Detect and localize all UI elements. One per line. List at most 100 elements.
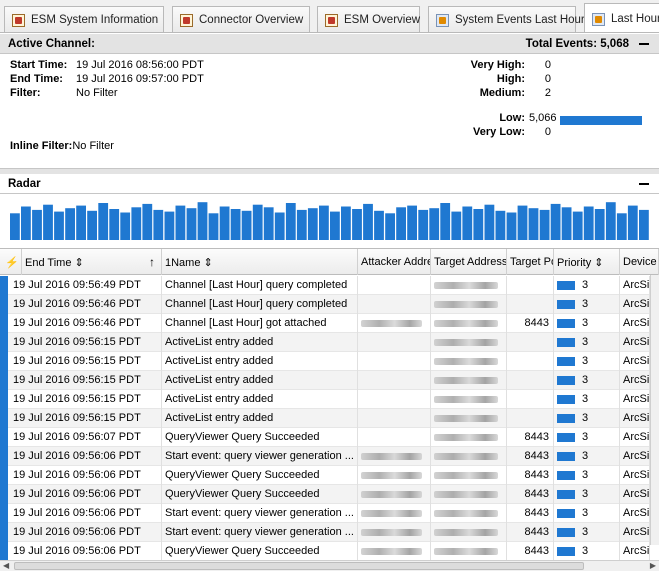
cell-end-time: 19 Jul 2016 09:56:15 PDT (10, 390, 162, 409)
cell-port: 8443 (507, 485, 554, 504)
cell-target (431, 523, 507, 542)
table-row[interactable]: 19 Jul 2016 09:56:46 PDT Channel [Last Ho… (0, 314, 650, 333)
cell-priority: 3 (554, 409, 620, 428)
scroll-right-icon[interactable]: ▶ (650, 561, 656, 571)
redacted-address (434, 414, 498, 422)
cell-priority: 3 (554, 295, 620, 314)
table-row[interactable]: 19 Jul 2016 09:56:49 PDT Channel [Last Ho… (0, 276, 650, 295)
tab-esm-overview[interactable]: ESM Overview (317, 6, 420, 32)
cell-name: ActiveList entry added (162, 409, 358, 428)
table-row[interactable]: 19 Jul 2016 09:56:46 PDT Channel [Last Ho… (0, 295, 650, 314)
table-row[interactable]: 19 Jul 2016 09:56:06 PDT QueryViewer Quer… (0, 485, 650, 504)
radar-panel (0, 197, 659, 240)
priority-bar (557, 318, 575, 328)
tab-esm-system-information[interactable]: ESM System Information (4, 6, 164, 32)
column-target-address[interactable]: Target Address (431, 249, 507, 275)
table-row[interactable]: 19 Jul 2016 09:56:07 PDT QueryViewer Quer… (0, 428, 650, 447)
redacted-address (434, 357, 498, 365)
priority-value: 3 (582, 298, 589, 310)
column-end-time[interactable]: End Time ⇕ ↑ (22, 249, 162, 275)
radar-bar (153, 209, 164, 240)
radar-bar (572, 211, 583, 240)
tab-label: Last Hour (611, 13, 659, 25)
radar-bar (385, 213, 395, 240)
radar-bar (639, 209, 649, 240)
priority-value: 3 (582, 469, 589, 481)
priority-value: 3 (582, 450, 589, 462)
radar-bar (616, 213, 627, 240)
inline-filter-row: Inline Filter:No Filter (10, 140, 114, 152)
tab-last-hour[interactable]: Last Hour (584, 3, 659, 32)
filter-value: No Filter (76, 87, 118, 99)
row-marker (0, 314, 8, 333)
cell-port: 8443 (507, 523, 554, 542)
tab-connector-overview[interactable]: Connector Overview (172, 6, 310, 32)
radar-bar (561, 207, 572, 240)
radar-bar (352, 209, 362, 240)
collapse-icon[interactable] (639, 182, 649, 185)
radar-bar (219, 206, 230, 240)
row-marker (0, 276, 8, 295)
table-row[interactable]: 19 Jul 2016 09:56:15 PDT ActiveList entry… (0, 371, 650, 390)
cell-port (507, 390, 554, 409)
channel-icon (436, 13, 449, 27)
priority-count: 0 (544, 73, 551, 85)
radar-bar (241, 210, 252, 240)
column-target-port[interactable]: Target Port (507, 249, 554, 275)
cell-port (507, 333, 554, 352)
radar-bar (307, 208, 318, 240)
table-row[interactable]: 19 Jul 2016 09:56:15 PDT ActiveList entry… (0, 352, 650, 371)
priority-count: 2 (544, 87, 551, 99)
table-row[interactable]: 19 Jul 2016 09:56:06 PDT QueryViewer Quer… (0, 466, 650, 485)
horizontal-scrollbar[interactable]: ◀ ▶ (0, 560, 659, 571)
row-marker (0, 352, 8, 371)
priority-bar (557, 299, 575, 309)
radar-bar (495, 210, 506, 240)
redacted-address (434, 547, 498, 555)
column-device[interactable]: Device (620, 249, 659, 275)
column-priority[interactable]: Priority ⇕ (554, 249, 620, 275)
tab-system-events-last-hour[interactable]: System Events Last Hour (428, 6, 585, 32)
radar-bar (528, 208, 539, 240)
priority-count: 5,066 (529, 112, 557, 124)
cell-name: Start event: query viewer generation ... (162, 523, 358, 542)
cell-port: 8443 (507, 447, 554, 466)
table-row[interactable]: 19 Jul 2016 09:56:06 PDT Start event: que… (0, 447, 650, 466)
priority-bar (557, 470, 575, 480)
total-events: Total Events: 5,068 (525, 37, 629, 50)
radar-header: Radar (0, 174, 659, 194)
priority-bar (557, 489, 575, 499)
vertical-scrollbar[interactable] (650, 275, 659, 545)
priority-bar (557, 337, 575, 347)
redacted-address (434, 338, 498, 346)
column-attacker-address[interactable]: Attacker Address (358, 249, 431, 275)
cell-device: ArcSight (620, 428, 650, 447)
column-label: Attacker Address (361, 256, 430, 268)
scroll-thumb[interactable] (14, 562, 584, 570)
table-row[interactable]: 19 Jul 2016 09:56:15 PDT ActiveList entry… (0, 333, 650, 352)
priority-bar (557, 546, 575, 556)
cell-port (507, 352, 554, 371)
cell-attacker (358, 523, 431, 542)
table-row[interactable]: 19 Jul 2016 09:56:06 PDT Start event: que… (0, 523, 650, 542)
table-row[interactable]: 19 Jul 2016 09:56:15 PDT ActiveList entry… (0, 390, 650, 409)
channel-icon (592, 12, 605, 26)
cell-target (431, 409, 507, 428)
column-name[interactable]: 1Name ⇕ (162, 249, 358, 275)
table-row[interactable]: 19 Jul 2016 09:56:06 PDT Start event: que… (0, 504, 650, 523)
cell-port (507, 371, 554, 390)
priority-value: 3 (582, 317, 589, 329)
priority-bar (557, 356, 575, 366)
priority-value: 3 (582, 545, 589, 557)
radar-bar (341, 206, 351, 240)
table-row[interactable]: 19 Jul 2016 09:56:06 PDT QueryViewer Quer… (0, 542, 650, 560)
cell-port: 8443 (507, 504, 554, 523)
row-marker (0, 523, 8, 542)
radar-bar (440, 203, 451, 240)
priority-value: 3 (582, 412, 589, 424)
collapse-icon[interactable] (639, 42, 649, 45)
scroll-left-icon[interactable]: ◀ (3, 561, 9, 571)
cell-target (431, 352, 507, 371)
table-row[interactable]: 19 Jul 2016 09:56:15 PDT ActiveList entry… (0, 409, 650, 428)
redacted-address (434, 452, 498, 460)
